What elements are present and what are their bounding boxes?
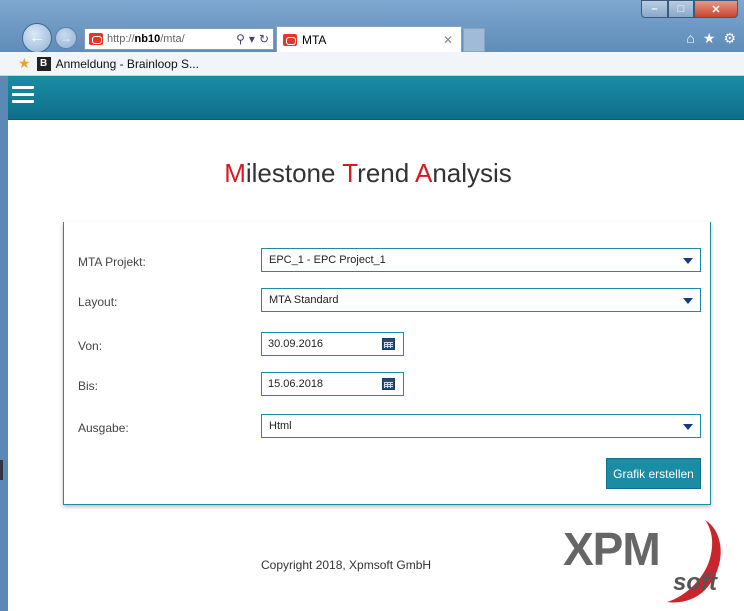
project-select[interactable]: EPC_1 - EPC Project_1 [261, 248, 701, 272]
favorites-bar: ★ B Anmeldung - Brainloop S... [0, 52, 744, 76]
forward-button[interactable]: → [55, 27, 77, 49]
address-bar[interactable]: http://nb10/mta/ ⚲ ▾ ↻ [84, 28, 274, 50]
logo-sub-text: soft [673, 569, 717, 596]
settings-gear-icon[interactable]: ⚙ [723, 30, 736, 47]
tab-close-icon[interactable]: ✕ [443, 33, 461, 47]
chevron-down-icon [683, 424, 693, 430]
to-date-value: 15.06.2018 [268, 378, 324, 390]
title-initial-m: M [224, 158, 246, 188]
back-arrow-icon: ← [29, 29, 45, 46]
url-path: /mta/ [160, 33, 185, 45]
page-content: Milestone Trend Analysis MTA Projekt: EP… [8, 76, 744, 611]
project-select-value: EPC_1 - EPC Project_1 [269, 254, 386, 266]
calendar-icon[interactable] [382, 338, 395, 350]
to-date-row: Bis: 15.06.2018 [64, 372, 712, 398]
browser-toolbar-icons: ⌂ ★ ⚙ [686, 30, 736, 47]
title-part-milestone: ilestone [245, 158, 343, 188]
xpmsoft-logo: XPM soft [555, 512, 744, 611]
from-date-label: Von: [78, 339, 103, 353]
browser-window: – □ ✕ ← → http://nb10/mta/ ⚲ ▾ ↻ MTA ✕ ⌂… [0, 0, 744, 611]
copyright-text: Copyright 2018, Xpmsoft GmbH [261, 558, 432, 572]
output-label: Ausgabe: [78, 421, 129, 435]
search-icon[interactable]: ⚲ [236, 32, 245, 46]
site-favicon-icon [89, 33, 103, 45]
calendar-icon[interactable] [382, 378, 395, 390]
layout-select-value: MTA Standard [269, 294, 339, 306]
layout-row: Layout: MTA Standard [64, 288, 712, 314]
url-text[interactable]: http://nb10/mta/ [107, 33, 236, 45]
layout-label: Layout: [78, 295, 118, 309]
maximize-button[interactable]: □ [668, 0, 694, 18]
title-initial-a: A [414, 158, 433, 188]
hamburger-menu-icon[interactable] [12, 86, 34, 108]
url-host: nb10 [134, 33, 161, 45]
title-part-trend: rend [357, 158, 415, 188]
from-date-input[interactable]: 30.09.2016 [261, 332, 404, 356]
layout-select[interactable]: MTA Standard [261, 288, 701, 312]
minimize-button[interactable]: – [641, 0, 668, 18]
from-date-value: 30.09.2016 [268, 338, 324, 350]
favorite-link-brainloop[interactable]: Anmeldung - Brainloop S... [56, 57, 199, 71]
forward-arrow-icon: → [60, 31, 72, 45]
page-title: Milestone Trend Analysis [8, 158, 728, 189]
tab-favicon-icon [283, 33, 297, 46]
back-button[interactable]: ← [22, 23, 52, 53]
close-window-button[interactable]: ✕ [694, 0, 738, 18]
tab-label: MTA [302, 32, 327, 47]
logo-main-text: XPM [563, 523, 661, 575]
new-tab-button[interactable] [463, 28, 485, 52]
window-controls: – □ ✕ [641, 0, 738, 18]
mta-form-panel: MTA Projekt: EPC_1 - EPC Project_1 Layou… [63, 222, 711, 505]
chevron-down-icon [683, 298, 693, 304]
brainloop-favicon-icon: B [36, 56, 51, 71]
to-date-input[interactable]: 15.06.2018 [261, 372, 404, 396]
tab-mta[interactable]: MTA ✕ [276, 26, 462, 52]
project-row: MTA Projekt: EPC_1 - EPC Project_1 [64, 248, 712, 274]
create-chart-button[interactable]: Grafik erstellen [606, 458, 701, 489]
refresh-icon[interactable]: ↻ [259, 32, 269, 46]
to-date-label: Bis: [78, 379, 99, 393]
favorites-star-icon[interactable]: ★ [703, 30, 716, 47]
window-edge-mark [0, 460, 3, 480]
home-icon[interactable]: ⌂ [686, 30, 694, 47]
title-initial-t: T [342, 158, 358, 188]
url-prefix: http:// [107, 33, 135, 45]
address-tools: ⚲ ▾ ↻ [236, 32, 273, 46]
app-header [8, 76, 744, 120]
add-favorite-star-icon[interactable]: ★ [18, 55, 31, 72]
chevron-down-icon [683, 258, 693, 264]
dropdown-caret-icon[interactable]: ▾ [249, 32, 255, 46]
project-label: MTA Projekt: [78, 255, 146, 269]
output-select[interactable]: Html [261, 414, 701, 438]
title-part-analysis: nalysis [432, 158, 512, 188]
from-date-row: Von: 30.09.2016 [64, 332, 712, 358]
output-select-value: Html [269, 420, 292, 432]
output-row: Ausgabe: Html [64, 414, 712, 440]
browser-titlebar: – □ ✕ ← → http://nb10/mta/ ⚲ ▾ ↻ MTA ✕ ⌂… [0, 0, 744, 53]
